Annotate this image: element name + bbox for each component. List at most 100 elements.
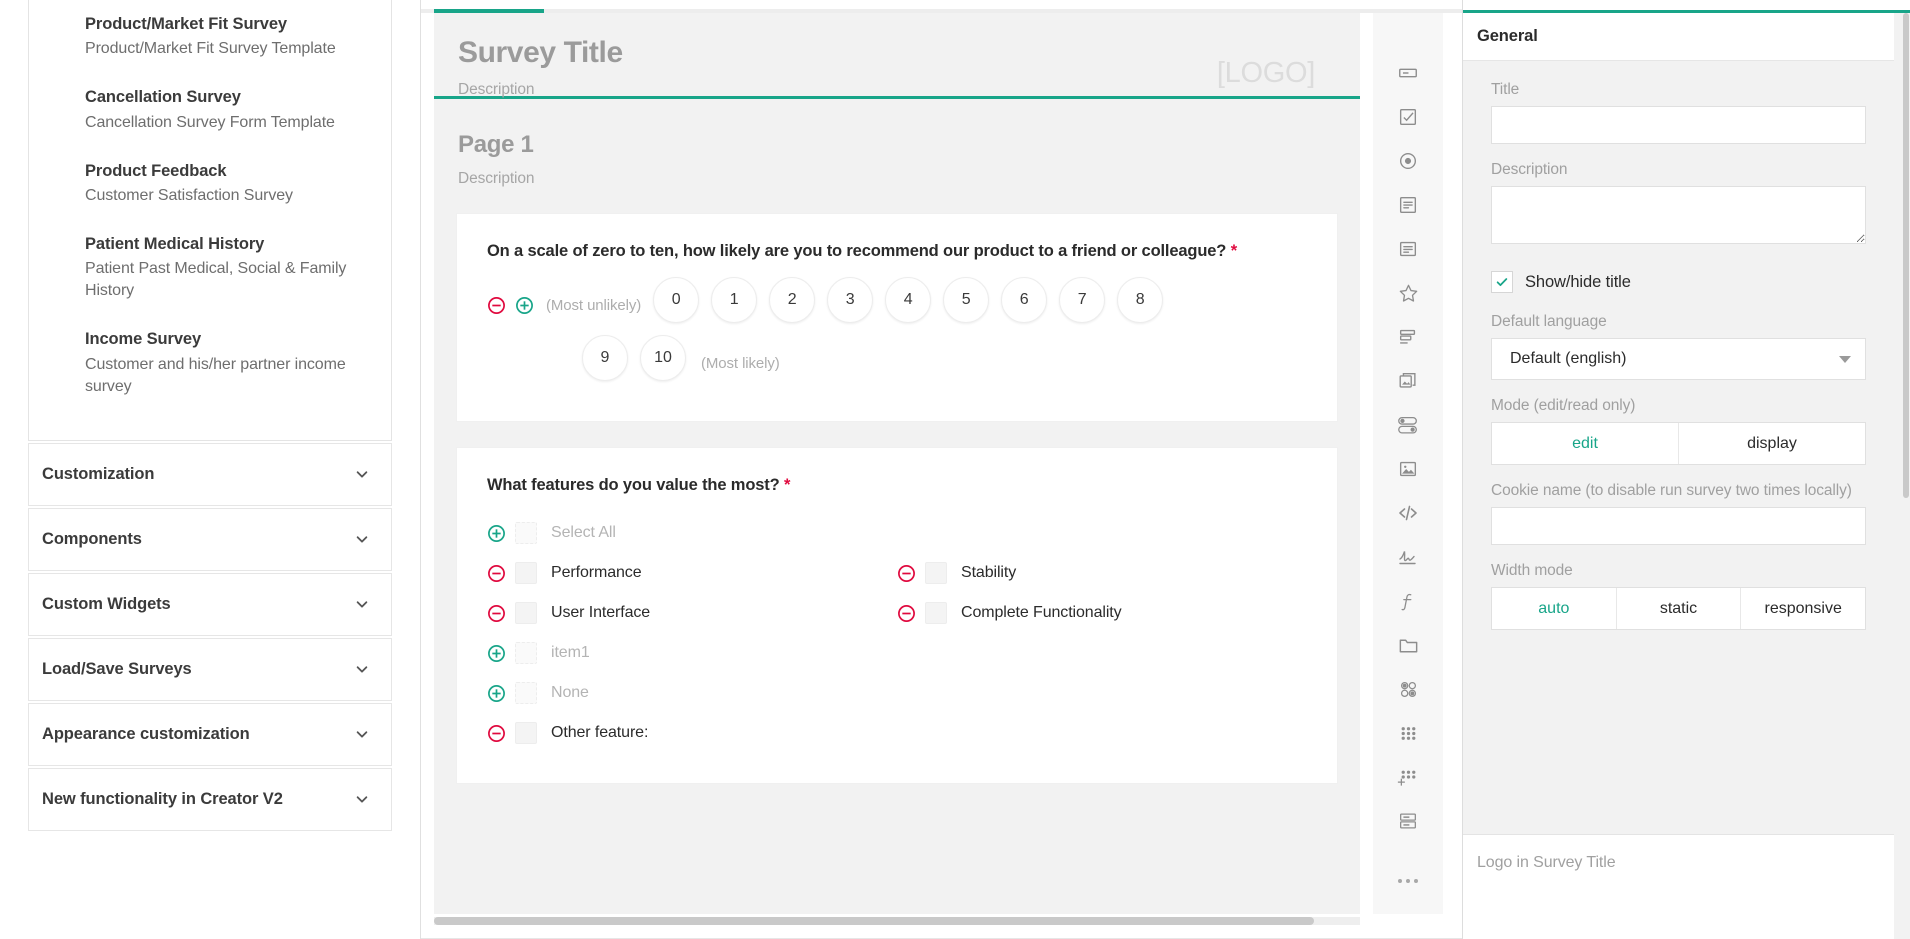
horizontal-scrollbar[interactable]: [434, 917, 1360, 925]
sidebar-item-load-save-surveys[interactable]: Load/Save Surveys: [28, 637, 392, 701]
comment-icon[interactable]: [1386, 227, 1430, 271]
mode-option-edit[interactable]: edit: [1492, 423, 1679, 464]
radiogroup-icon[interactable]: [1386, 139, 1430, 183]
property-panel-scrollbar[interactable]: [1902, 13, 1910, 939]
ranking-icon[interactable]: [1386, 315, 1430, 359]
rating-item[interactable]: 3: [827, 277, 874, 323]
signature-pad-icon[interactable]: [1386, 535, 1430, 579]
required-marker: *: [1230, 242, 1237, 260]
survey-header[interactable]: Survey Title Description [LOGO]: [434, 13, 1360, 99]
mode-button-group: edit display: [1491, 422, 1866, 465]
more-options-icon[interactable]: [1386, 859, 1430, 903]
list-item[interactable]: Cancellation Survey Cancellation Survey …: [29, 72, 391, 145]
survey-canvas: Survey Title Description [LOGO] Page 1 D…: [434, 13, 1360, 914]
choice-none-item[interactable]: None: [487, 673, 897, 713]
checkbox-icon[interactable]: [515, 722, 537, 744]
sidebar-item-customization[interactable]: Customization: [28, 442, 392, 506]
field-cookie-name: Cookie name (to disable run survey two t…: [1491, 482, 1866, 545]
rating-item[interactable]: 9: [582, 335, 628, 381]
sidebar-item-custom-widgets[interactable]: Custom Widgets: [28, 572, 392, 636]
rating-item[interactable]: 7: [1059, 277, 1106, 323]
image-picker-icon[interactable]: [1386, 359, 1430, 403]
checkbox-icon[interactable]: [1386, 95, 1430, 139]
matrix-single-icon[interactable]: [1386, 667, 1430, 711]
choice-item[interactable]: Performance: [487, 553, 897, 593]
checkbox-icon[interactable]: [1491, 271, 1513, 293]
remove-item-icon[interactable]: [487, 604, 506, 623]
expression-icon[interactable]: [1386, 579, 1430, 623]
add-item-icon[interactable]: [487, 524, 506, 543]
sidebar-item-new-functionality-creator-v2[interactable]: New functionality in Creator V2: [28, 767, 392, 831]
rating-item[interactable]: 8: [1117, 277, 1164, 323]
description-input[interactable]: [1491, 186, 1866, 244]
remove-item-icon[interactable]: [897, 564, 916, 583]
mode-option-display[interactable]: display: [1679, 423, 1865, 464]
matrix-multiple-icon[interactable]: [1386, 711, 1430, 755]
property-panel: General Title Description Show/hide titl…: [1462, 0, 1910, 939]
multipletext-icon[interactable]: [1386, 799, 1430, 843]
list-item[interactable]: Income Survey Customer and his/her partn…: [29, 314, 391, 409]
sidebar-item-components[interactable]: Components: [28, 507, 392, 571]
choice-item[interactable]: User Interface: [487, 593, 897, 633]
rating-item[interactable]: 10: [640, 335, 686, 381]
page-header[interactable]: Page 1 Description: [434, 99, 1360, 188]
default-language-label: Default language: [1491, 313, 1607, 330]
page-title[interactable]: Survey Title: [458, 38, 1336, 68]
page-description[interactable]: Description: [458, 170, 1336, 188]
scrollbar-thumb[interactable]: [434, 917, 1314, 925]
question-card-nps[interactable]: On a scale of zero to ten, how likely ar…: [456, 213, 1338, 422]
width-mode-option-responsive[interactable]: responsive: [1741, 588, 1865, 629]
checkbox-icon[interactable]: [515, 602, 537, 624]
remove-item-icon[interactable]: [897, 604, 916, 623]
logo-placeholder[interactable]: [LOGO]: [1217, 57, 1315, 90]
rating-item[interactable]: 0: [653, 277, 700, 323]
rating-item[interactable]: 6: [1001, 277, 1048, 323]
boolean-toggle-icon[interactable]: [1386, 403, 1430, 447]
dropdown-icon[interactable]: [1386, 183, 1430, 227]
choice-other-item[interactable]: Other feature:: [487, 713, 897, 753]
choice-item[interactable]: Complete Functionality: [897, 593, 1307, 633]
list-item[interactable]: Product/Market Fit Survey Product/Market…: [29, 0, 391, 72]
choice-item[interactable]: Stability: [897, 553, 1307, 593]
checkbox-icon[interactable]: [925, 602, 947, 624]
checkbox-icon[interactable]: [515, 522, 537, 544]
remove-item-icon[interactable]: [487, 296, 506, 315]
checkbox-icon[interactable]: [515, 682, 537, 704]
show-hide-title-row[interactable]: Show/hide title: [1491, 271, 1866, 293]
remove-item-icon[interactable]: [487, 564, 506, 583]
list-item[interactable]: Patient Medical History Patient Past Med…: [29, 219, 391, 314]
rating-icon[interactable]: [1386, 271, 1430, 315]
image-icon[interactable]: [1386, 447, 1430, 491]
text-field-icon[interactable]: [1386, 51, 1430, 95]
chevron-down-icon: [355, 792, 369, 806]
question-card-checkbox[interactable]: What features do you value the most? * S…: [456, 447, 1338, 784]
question-title-text: On a scale of zero to ten, how likely ar…: [487, 242, 1227, 260]
default-language-select[interactable]: Default (english): [1491, 338, 1866, 380]
width-mode-option-auto[interactable]: auto: [1492, 588, 1617, 629]
rating-item[interactable]: 5: [943, 277, 990, 323]
rating-item[interactable]: 2: [769, 277, 816, 323]
add-item-icon[interactable]: [515, 296, 534, 315]
scrollbar-thumb[interactable]: [1903, 13, 1909, 498]
choice-new-item[interactable]: item1: [487, 633, 897, 673]
remove-item-icon[interactable]: [487, 724, 506, 743]
checkbox-icon[interactable]: [515, 642, 537, 664]
rating-item[interactable]: 1: [711, 277, 758, 323]
checkbox-icon[interactable]: [925, 562, 947, 584]
list-item[interactable]: Product Feedback Customer Satisfaction S…: [29, 146, 391, 219]
survey-description[interactable]: Description: [458, 81, 1336, 99]
width-mode-option-static[interactable]: static: [1617, 588, 1742, 629]
title-input[interactable]: [1491, 106, 1866, 144]
html-code-icon[interactable]: [1386, 491, 1430, 535]
page-name[interactable]: Page 1: [458, 133, 1336, 157]
checkbox-icon[interactable]: [515, 562, 537, 584]
sidebar-item-appearance-customization[interactable]: Appearance customization: [28, 702, 392, 766]
choice-select-all[interactable]: Select All: [487, 513, 897, 553]
panel-icon[interactable]: [1386, 623, 1430, 667]
accordion-label: Appearance customization: [42, 724, 250, 743]
matrix-dynamic-icon[interactable]: [1386, 755, 1430, 799]
rating-item[interactable]: 4: [885, 277, 932, 323]
add-item-icon[interactable]: [487, 684, 506, 703]
add-item-icon[interactable]: [487, 644, 506, 663]
cookie-name-input[interactable]: [1491, 507, 1866, 545]
